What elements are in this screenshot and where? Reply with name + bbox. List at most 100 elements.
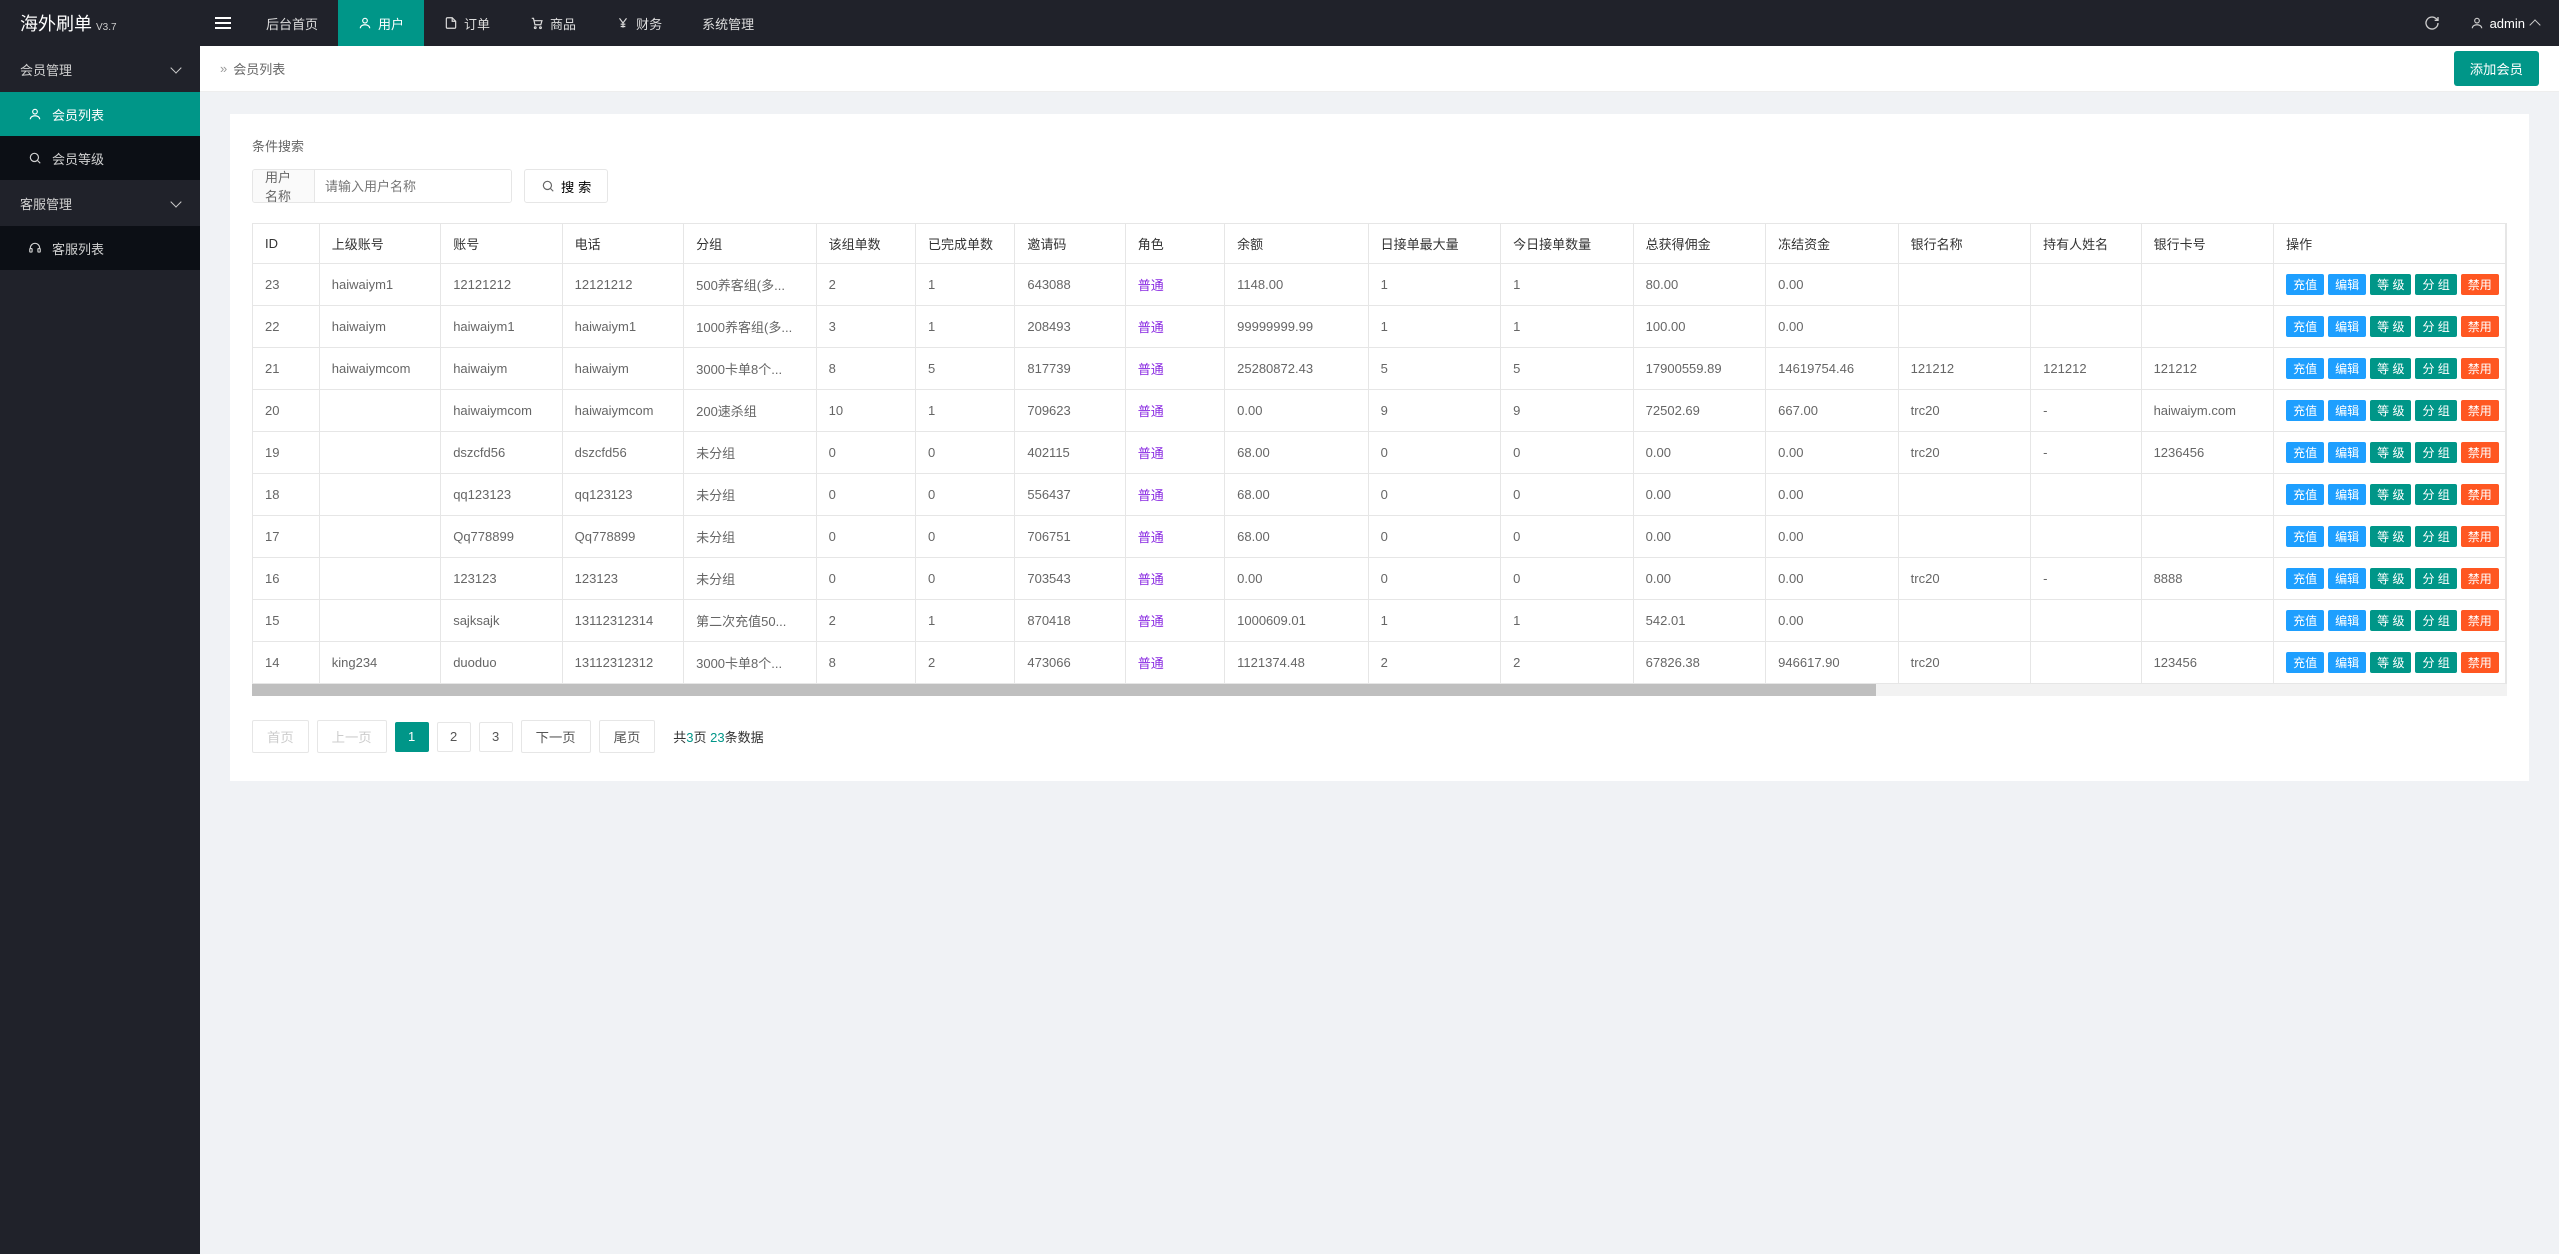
edit-button[interactable]: 编辑 (2328, 400, 2366, 421)
user-menu[interactable]: admin (2460, 16, 2549, 31)
sidebar-item-1-0[interactable]: 客服列表 (0, 226, 200, 270)
edit-button[interactable]: 编辑 (2328, 358, 2366, 379)
level-button[interactable]: 等 级 (2370, 442, 2411, 463)
nav-item-system[interactable]: 系统管理 (682, 0, 774, 46)
username-input[interactable] (315, 170, 511, 202)
cell-comm: 0.00 (1633, 432, 1766, 474)
recharge-button[interactable]: 充值 (2286, 358, 2324, 379)
level-button[interactable]: 等 级 (2370, 484, 2411, 505)
cell-phone: Qq778899 (562, 516, 683, 558)
level-button[interactable]: 等 级 (2370, 358, 2411, 379)
recharge-button[interactable]: 充值 (2286, 274, 2324, 295)
row-actions: 充值 编辑 等 级 分 组 禁用 (2286, 442, 2493, 463)
nav-item-home[interactable]: 后台首页 (246, 0, 338, 46)
cart-icon (530, 16, 544, 30)
cell-bal: 1148.00 (1225, 264, 1369, 306)
recharge-button[interactable]: 充值 (2286, 652, 2324, 673)
nav-item-order[interactable]: 订单 (424, 0, 510, 46)
cell-done: 0 (915, 474, 1014, 516)
group-button[interactable]: 分 组 (2415, 400, 2456, 421)
nav-item-user[interactable]: 用户 (338, 0, 424, 46)
group-button[interactable]: 分 组 (2415, 652, 2456, 673)
disable-button[interactable]: 禁用 (2461, 652, 2499, 673)
cell-acct: haiwaiym1 (441, 306, 562, 348)
recharge-button[interactable]: 充值 (2286, 316, 2324, 337)
recharge-button[interactable]: 充值 (2286, 610, 2324, 631)
page-next[interactable]: 下一页 (521, 720, 591, 753)
nav-item-goods[interactable]: 商品 (510, 0, 596, 46)
nav-item-label: 商品 (550, 14, 576, 33)
page-2[interactable]: 2 (437, 722, 471, 752)
recharge-button[interactable]: 充值 (2286, 442, 2324, 463)
edit-button[interactable]: 编辑 (2328, 526, 2366, 547)
page-last[interactable]: 尾页 (599, 720, 656, 753)
level-button[interactable]: 等 级 (2370, 526, 2411, 547)
recharge-button[interactable]: 充值 (2286, 400, 2324, 421)
group-button[interactable]: 分 组 (2415, 316, 2456, 337)
sidebar-item-0-0[interactable]: 会员列表 (0, 92, 200, 136)
search-button[interactable]: 搜 索 (524, 169, 608, 203)
group-button[interactable]: 分 组 (2415, 442, 2456, 463)
sidebar-item-0-1[interactable]: 会员等级 (0, 136, 200, 180)
edit-button[interactable]: 编辑 (2328, 442, 2366, 463)
disable-button[interactable]: 禁用 (2461, 358, 2499, 379)
disable-button[interactable]: 禁用 (2461, 568, 2499, 589)
group-button[interactable]: 分 组 (2415, 568, 2456, 589)
disable-button[interactable]: 禁用 (2461, 484, 2499, 505)
recharge-button[interactable]: 充值 (2286, 526, 2324, 547)
table-scrollbar[interactable] (252, 684, 2507, 696)
add-member-button[interactable]: 添加会员 (2454, 51, 2539, 86)
disable-button[interactable]: 禁用 (2461, 526, 2499, 547)
cell-bal: 1000609.01 (1225, 600, 1369, 642)
cell-holder: - (2031, 432, 2141, 474)
page-first[interactable]: 首页 (252, 720, 309, 753)
col-header-17: 操作 (2274, 224, 2506, 264)
cell-ops: 充值 编辑 等 级 分 组 禁用 (2274, 516, 2506, 558)
col-header-4: 分组 (684, 224, 817, 264)
edit-button[interactable]: 编辑 (2328, 610, 2366, 631)
edit-button[interactable]: 编辑 (2328, 484, 2366, 505)
recharge-button[interactable]: 充值 (2286, 568, 2324, 589)
sidebar-group-1[interactable]: 客服管理 (0, 180, 200, 226)
disable-button[interactable]: 禁用 (2461, 610, 2499, 631)
level-button[interactable]: 等 级 (2370, 400, 2411, 421)
level-button[interactable]: 等 级 (2370, 610, 2411, 631)
col-header-16: 银行卡号 (2141, 224, 2274, 264)
refresh-button[interactable] (2412, 0, 2452, 46)
scrollbar-thumb[interactable] (252, 684, 1876, 696)
group-button[interactable]: 分 组 (2415, 610, 2456, 631)
edit-button[interactable]: 编辑 (2328, 568, 2366, 589)
page-3[interactable]: 3 (479, 722, 513, 752)
level-button[interactable]: 等 级 (2370, 274, 2411, 295)
disable-button[interactable]: 禁用 (2461, 274, 2499, 295)
cell-done: 2 (915, 642, 1014, 684)
level-button[interactable]: 等 级 (2370, 316, 2411, 337)
disable-button[interactable]: 禁用 (2461, 316, 2499, 337)
nav-item-finance[interactable]: 财务 (596, 0, 682, 46)
row-actions: 充值 编辑 等 级 分 组 禁用 (2286, 316, 2493, 337)
cell-done: 1 (915, 306, 1014, 348)
breadcrumb-bar: » 会员列表 添加会员 (200, 46, 2559, 92)
edit-button[interactable]: 编辑 (2328, 274, 2366, 295)
sidebar-group-0[interactable]: 会员管理 (0, 46, 200, 92)
disable-button[interactable]: 禁用 (2461, 400, 2499, 421)
group-button[interactable]: 分 组 (2415, 526, 2456, 547)
group-button[interactable]: 分 组 (2415, 484, 2456, 505)
page-1[interactable]: 1 (395, 722, 429, 752)
page-prev[interactable]: 上一页 (317, 720, 387, 753)
group-button[interactable]: 分 组 (2415, 358, 2456, 379)
role-tag: 普通 (1138, 530, 1164, 545)
table-wrap[interactable]: ID上级账号账号电话分组该组单数已完成单数邀请码角色余额日接单最大量今日接单数量… (252, 223, 2507, 685)
level-button[interactable]: 等 级 (2370, 652, 2411, 673)
cell-invite: 402115 (1015, 432, 1125, 474)
edit-button[interactable]: 编辑 (2328, 652, 2366, 673)
cell-group: 3000卡单8个... (684, 642, 817, 684)
app-version: V3.7 (96, 22, 117, 33)
edit-button[interactable]: 编辑 (2328, 316, 2366, 337)
level-button[interactable]: 等 级 (2370, 568, 2411, 589)
sidebar-toggle[interactable] (200, 0, 246, 46)
group-button[interactable]: 分 组 (2415, 274, 2456, 295)
disable-button[interactable]: 禁用 (2461, 442, 2499, 463)
cell-bal: 68.00 (1225, 516, 1369, 558)
recharge-button[interactable]: 充值 (2286, 484, 2324, 505)
